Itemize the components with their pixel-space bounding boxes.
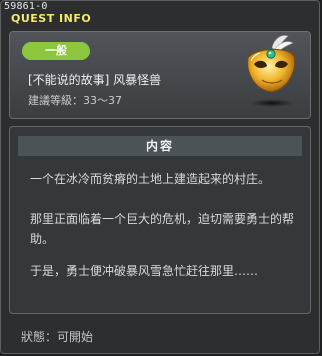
quest-content-card: 内容 一个在冰冷而贫瘠的土地上建造起来的村庄。 那里正面临着一个巨大的危机，迫切…: [9, 126, 311, 314]
description-paragraph: 一个在冰冷而贫瘠的土地上建造起来的村庄。: [30, 172, 271, 186]
level-requirement: 建議等級：33～37: [28, 94, 122, 107]
quest-header-card: 一般 [不能说的故事] 风暴怪兽 建議等級：33～37: [9, 31, 311, 119]
quest-status: 狀態：可開始: [21, 330, 94, 344]
quest-id-label: 59861-0: [4, 1, 48, 12]
content-section-header: 内容: [18, 136, 302, 156]
quest-info-window: 59861-0 QUEST INFO 一般 [不能说的故事] 风暴怪兽 建議等級…: [0, 0, 320, 354]
description-paragraph: 那里正面临着一个巨大的危机，迫切需要勇士的帮助。: [30, 212, 295, 246]
quest-name: [不能说的故事] 风暴怪兽: [28, 73, 162, 87]
description-paragraph: 于是，勇士便冲破暴风雪急忙赶往那里……: [30, 264, 259, 278]
window-title: QUEST INFO: [11, 12, 92, 25]
golden-mask-icon: [247, 35, 296, 107]
category-badge: 一般: [22, 42, 90, 60]
